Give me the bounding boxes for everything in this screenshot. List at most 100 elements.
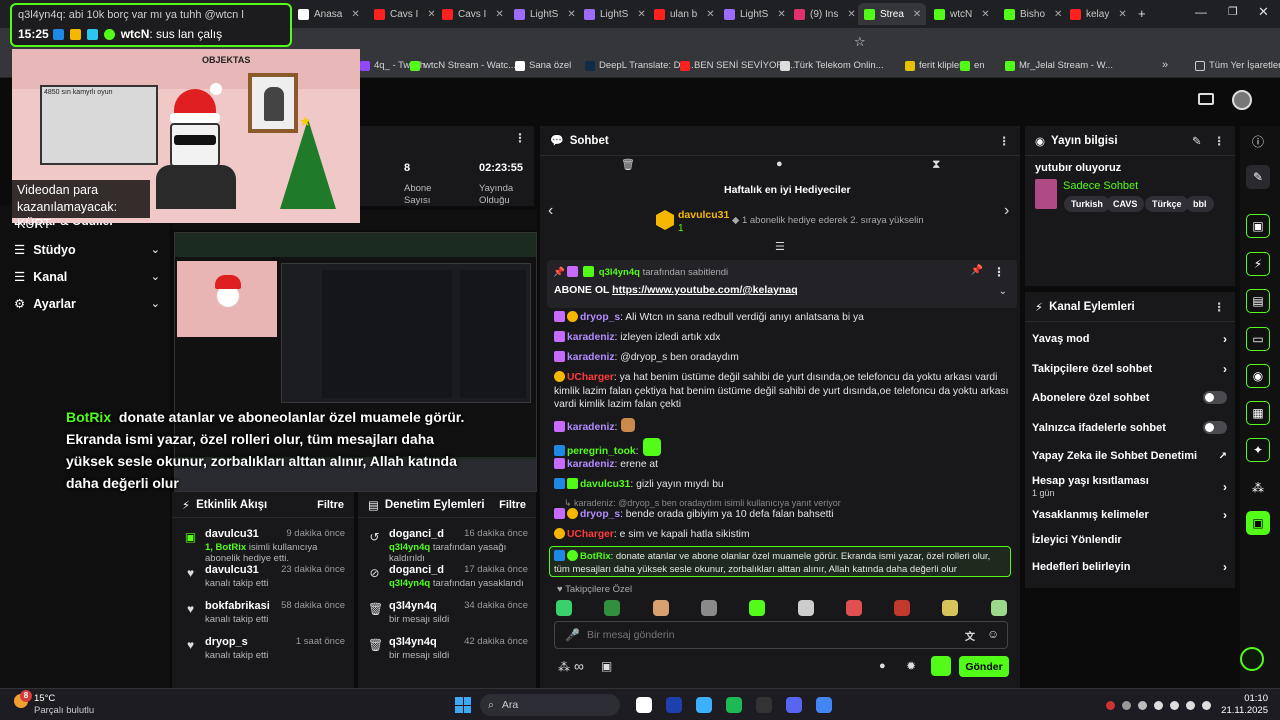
chat-username[interactable]: UCharger [567, 529, 614, 540]
emote-icon[interactable] [797, 600, 814, 616]
kick-green-icon[interactable]: ▣ [1246, 511, 1270, 535]
chat-username[interactable]: UCharger [567, 372, 614, 383]
pinned-menu-icon[interactable]: ⋮ [993, 265, 1005, 279]
emote-icon[interactable] [749, 600, 766, 616]
tab-close-icon[interactable]: ✕ [1118, 9, 1126, 20]
tray-icon[interactable] [1186, 701, 1195, 710]
more-bookmarks-icon[interactable]: » [1162, 59, 1168, 71]
emoji-icon[interactable]: ☺ [987, 627, 999, 641]
bookmark-item[interactable]: wtcN Stream - Watc... [410, 60, 516, 71]
moderation-filter-button[interactable]: Filtre [499, 499, 526, 511]
top-gifter-name[interactable]: davulcu31 [678, 209, 729, 221]
pinned-link[interactable]: https://www.youtube.com/@kelaynaq [612, 284, 797, 296]
tray-icon[interactable] [1122, 701, 1131, 710]
screen-icon[interactable]: ▣ [1246, 214, 1270, 238]
tray-icon[interactable] [1170, 701, 1179, 710]
channel-action-row[interactable]: Yasaklanmış kelimeler › [1032, 508, 1227, 522]
kick-points-icon[interactable]: ⁂ [558, 660, 570, 674]
browser-tab[interactable]: kelay ✕ [1064, 3, 1130, 25]
zoom-circle-icon[interactable] [1240, 647, 1264, 671]
emote-icon[interactable] [556, 600, 572, 616]
browser-tab[interactable]: Anasa ✕ [292, 3, 366, 25]
taskbar-app-icon[interactable] [726, 697, 742, 713]
chat-username[interactable]: davulcu31 [580, 479, 630, 490]
bookmark-item[interactable]: Mr_Jelal Stream - W... [1005, 60, 1113, 71]
chat-username[interactable]: karadeniz [567, 422, 615, 433]
taskbar-search[interactable]: ⌕ Ara [480, 694, 620, 716]
browser-tab[interactable]: Cavs I ✕ [368, 3, 434, 25]
stream-tag[interactable]: CAVS [1106, 196, 1145, 212]
gifters-prev-icon[interactable]: ‹ [548, 202, 553, 220]
bookmark-item[interactable]: en [960, 60, 985, 71]
restore-icon[interactable]: ❐ [1228, 5, 1238, 18]
browser-tab[interactable]: Strea ✕ [858, 3, 926, 25]
browser-tab[interactable]: ulan b ✕ [648, 3, 716, 25]
channel-action-row[interactable]: Hesap yaşı kısıtlaması 1 gün › [1032, 475, 1227, 498]
browser-tab[interactable]: LightS ✕ [508, 3, 576, 25]
chat-username[interactable]: peregrin_took [567, 446, 636, 457]
dots-icon[interactable]: ⁂ [1246, 476, 1270, 500]
all-bookmarks[interactable]: Tüm Yer İşaretleri [1195, 60, 1280, 71]
stats-menu-icon[interactable]: ⋮ [514, 131, 526, 145]
taskbar-app-icon[interactable] [696, 697, 712, 713]
bookmark-item[interactable]: Sana özel [515, 60, 571, 71]
tab-close-icon[interactable]: ✕ [706, 9, 714, 20]
browser-tab[interactable]: Bisho ✕ [998, 3, 1062, 25]
hourglass-icon[interactable]: ⧗ [932, 157, 940, 172]
taskbar-app-icon[interactable] [786, 697, 802, 713]
tab-close-icon[interactable]: ✕ [567, 9, 575, 20]
chat-username[interactable]: dryop_s [580, 312, 620, 323]
send-button[interactable]: Gönder [959, 656, 1009, 677]
translate-icon[interactable]: 文 [965, 628, 975, 643]
windows-start-icon[interactable] [455, 697, 471, 713]
list-icon[interactable]: ▦ [1246, 401, 1270, 425]
channel-action-row[interactable]: Takipçilere özel sohbet › [1032, 362, 1227, 376]
tab-close-icon[interactable]: ✕ [351, 9, 359, 20]
sidebar-item-stüdyo[interactable]: ☰ Stüdyo ⌄ [14, 242, 160, 258]
chat-icon[interactable]: ● [776, 158, 783, 170]
chat-icon[interactable]: ▭ [1246, 327, 1270, 351]
profile-avatar[interactable] [1232, 90, 1252, 110]
sidebar-item-kanal[interactable]: ☰ Kanal ⌄ [14, 269, 160, 285]
clock-date[interactable]: 21.11.2025 [1210, 705, 1268, 716]
tray-icon[interactable] [1138, 701, 1147, 710]
sidebar-item-ayarlar[interactable]: ⚙ Ayarlar ⌄ [14, 296, 160, 312]
gifters-next-icon[interactable]: › [1004, 202, 1009, 220]
toggle-switch[interactable] [1203, 391, 1227, 404]
emote-icon[interactable] [845, 600, 862, 616]
unpin-icon[interactable]: 📌 [971, 265, 983, 276]
channel-action-row[interactable]: Hedefleri belirleyin › [1032, 560, 1227, 574]
tab-close-icon[interactable]: ✕ [777, 9, 785, 20]
channel-action-row[interactable]: Abonelere özel sohbet [1032, 391, 1227, 404]
tab-close-icon[interactable]: ✕ [1054, 9, 1062, 20]
stream-tag[interactable]: Türkçe [1145, 196, 1189, 212]
tab-close-icon[interactable]: ✕ [913, 9, 921, 20]
browser-tab[interactable]: LightS ✕ [718, 3, 786, 25]
bookmark-item[interactable]: ferit klipler [905, 60, 962, 71]
emote-icon[interactable] [942, 600, 959, 616]
chat-settings-icon[interactable]: ✹ [906, 659, 916, 673]
channel-action-row[interactable]: Yavaş mod › [1032, 332, 1227, 346]
kick-logo-icon[interactable] [931, 656, 951, 676]
emote-icon[interactable] [604, 600, 621, 616]
tab-close-icon[interactable]: ✕ [981, 9, 989, 20]
document-icon[interactable]: ▤ [1246, 289, 1270, 313]
emote-icon[interactable] [990, 600, 1007, 616]
bookmark-item[interactable]: DeepL Translate: Dü... [585, 60, 694, 71]
bookmark-item[interactable]: Türk Telekom Onlin... [780, 60, 884, 71]
info-icon[interactable]: ⓘ [1246, 129, 1270, 153]
collapse-gifters-icon[interactable]: ☰ [775, 240, 785, 253]
stream-tag[interactable]: bbl [1186, 196, 1214, 212]
browser-tab[interactable]: (9) Ins ✕ [788, 3, 856, 25]
tab-close-icon[interactable]: ✕ [495, 9, 503, 20]
emote-icon[interactable] [652, 600, 669, 616]
chat-mode-icon[interactable]: ● [879, 660, 886, 672]
taskbar-app-icon[interactable] [756, 697, 772, 713]
clock-time[interactable]: 01:10 [1210, 693, 1268, 704]
tray-icon[interactable] [1154, 701, 1163, 710]
browser-tab[interactable]: wtcN ✕ [928, 3, 996, 25]
minimize-icon[interactable]: — [1195, 5, 1207, 19]
trash-icon[interactable]: 🗑 [621, 158, 635, 171]
channel-action-row[interactable]: İzleyici Yönlendir [1032, 534, 1227, 546]
bolt-icon[interactable]: ⚡ [1246, 252, 1270, 276]
